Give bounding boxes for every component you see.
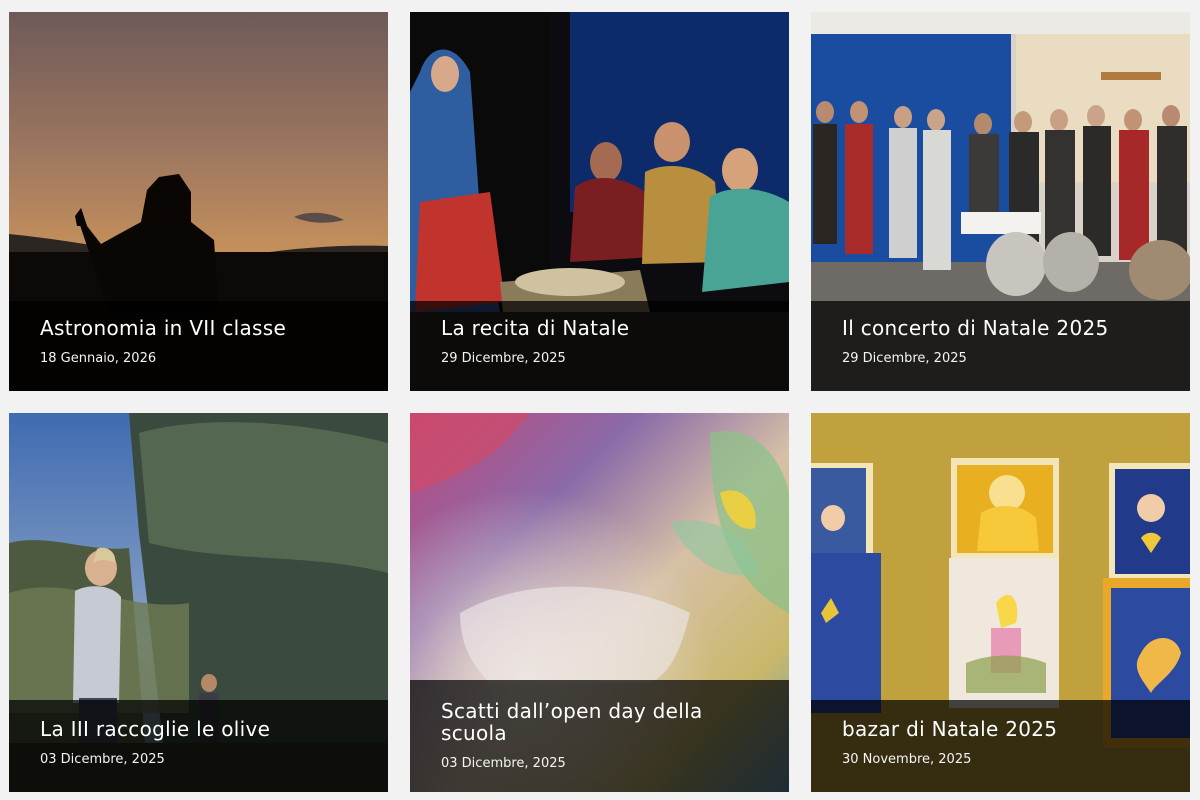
post-caption: La recita di Natale 29 Dicembre, 2025 <box>410 301 789 391</box>
post-title[interactable]: Astronomia in VII classe <box>40 317 368 339</box>
post-title[interactable]: La recita di Natale <box>441 317 769 339</box>
post-date: 29 Dicembre, 2025 <box>842 351 967 366</box>
post-caption: bazar di Natale 2025 30 Novembre, 2025 <box>811 700 1190 792</box>
post-date: 18 Gennaio, 2026 <box>40 351 157 366</box>
post-caption: Il concerto di Natale 2025 29 Dicembre, … <box>811 301 1190 391</box>
post-card-recita[interactable]: La recita di Natale 29 Dicembre, 2025 <box>410 12 789 391</box>
post-card-olive[interactable]: La III raccoglie le olive 03 Dicembre, 2… <box>9 413 388 792</box>
post-caption: La III raccoglie le olive 03 Dicembre, 2… <box>9 700 388 792</box>
post-title[interactable]: Scatti dall’open day della scuola <box>441 700 769 744</box>
post-date: 29 Dicembre, 2025 <box>441 351 566 366</box>
post-date: 03 Dicembre, 2025 <box>441 756 566 771</box>
post-card-bazar[interactable]: bazar di Natale 2025 30 Novembre, 2025 <box>811 413 1190 792</box>
post-date: 03 Dicembre, 2025 <box>40 752 165 767</box>
post-title[interactable]: bazar di Natale 2025 <box>842 718 1170 740</box>
post-title[interactable]: Il concerto di Natale 2025 <box>842 317 1170 339</box>
post-card-astronomia[interactable]: Astronomia in VII classe 18 Gennaio, 202… <box>9 12 388 391</box>
post-caption: Astronomia in VII classe 18 Gennaio, 202… <box>9 301 388 391</box>
post-grid: Astronomia in VII classe 18 Gennaio, 202… <box>0 0 1200 800</box>
post-caption: Scatti dall’open day della scuola 03 Dic… <box>410 680 789 792</box>
post-card-concerto[interactable]: Il concerto di Natale 2025 29 Dicembre, … <box>811 12 1190 391</box>
post-title[interactable]: La III raccoglie le olive <box>40 718 368 740</box>
post-date: 30 Novembre, 2025 <box>842 752 972 767</box>
post-card-open-day[interactable]: Scatti dall’open day della scuola 03 Dic… <box>410 413 789 792</box>
